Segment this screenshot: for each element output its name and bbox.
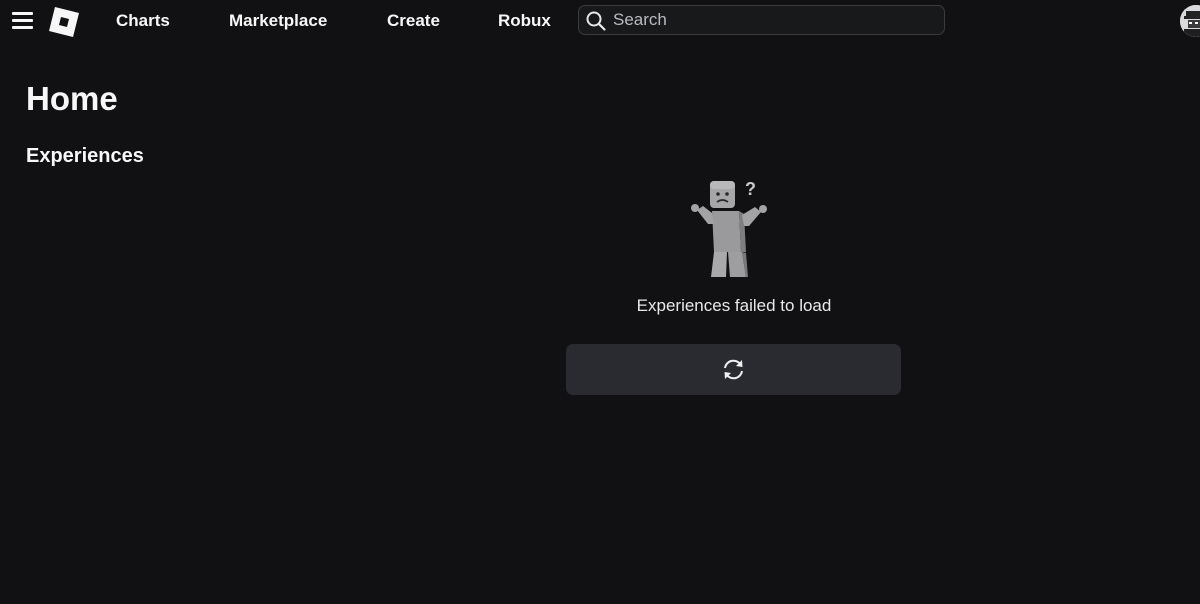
reload-icon xyxy=(724,359,743,380)
nav-charts-link[interactable]: Charts xyxy=(116,11,170,31)
avatar-image xyxy=(1180,5,1200,37)
nav-create-link[interactable]: Create xyxy=(387,11,440,31)
nav-marketplace-link[interactable]: Marketplace xyxy=(229,11,327,31)
svg-text:?: ? xyxy=(745,179,756,199)
avatar[interactable] xyxy=(1180,5,1200,37)
nav-robux-link[interactable]: Robux xyxy=(498,11,551,31)
error-message: Experiences failed to load xyxy=(636,296,832,315)
search-input[interactable] xyxy=(613,9,933,31)
confused-avatar-illustration: ? xyxy=(691,179,767,277)
search-box[interactable] xyxy=(578,5,945,35)
hamburger-menu-icon[interactable] xyxy=(12,12,33,30)
roblox-logo-icon[interactable] xyxy=(48,6,80,38)
top-navigation-bar: Charts Marketplace Create Robux xyxy=(0,0,1200,43)
reload-button[interactable] xyxy=(566,344,901,395)
page-title: Home xyxy=(26,80,118,117)
experiences-section-title: Experiences xyxy=(26,145,144,167)
search-icon xyxy=(586,11,606,31)
